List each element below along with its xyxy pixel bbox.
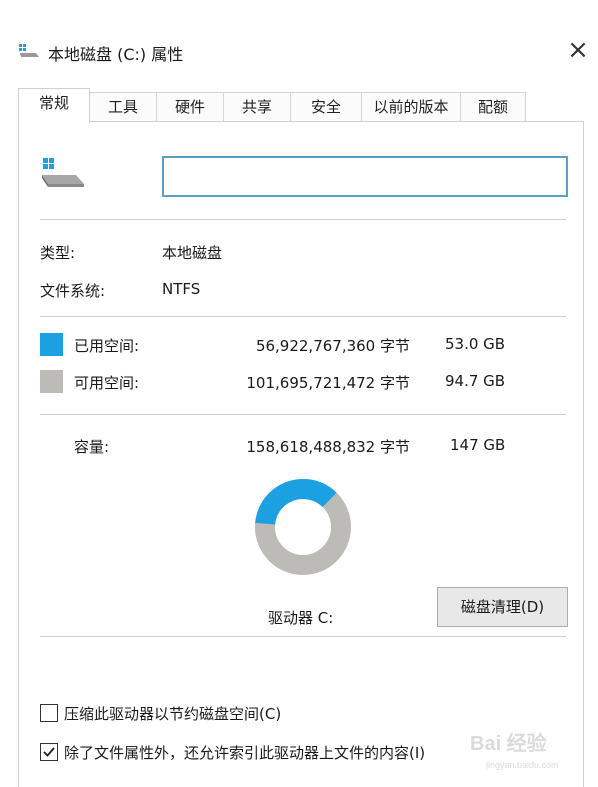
watermark-subtext: jingyan.baidu.com — [485, 760, 559, 770]
used-space-swatch — [40, 333, 63, 356]
compress-checkbox[interactable] — [40, 704, 58, 722]
divider — [40, 414, 566, 415]
free-space-label: 可用空间: — [74, 374, 140, 392]
window-title: 本地磁盘 (C:) 属性 — [48, 45, 184, 64]
used-space-bytes: 56,922,767,360 字节 — [255, 337, 410, 355]
file-system-label: 文件系统: — [40, 282, 106, 300]
divider — [40, 636, 566, 637]
check-icon — [43, 747, 55, 757]
divider — [40, 316, 566, 317]
drive-icon — [19, 44, 39, 58]
windows-drive-icon — [42, 158, 84, 187]
close-button[interactable]: × — [563, 35, 593, 65]
tab-previous-versions[interactable]: 以前的版本 — [361, 92, 461, 122]
free-space-bytes: 101,695,721,472 字节 — [246, 374, 410, 392]
capacity-size: 147 GB — [450, 436, 506, 454]
compress-checkbox-label: 压缩此驱动器以节约磁盘空间(C) — [64, 704, 282, 723]
disk-cleanup-button[interactable]: 磁盘清理(D) — [437, 587, 568, 627]
type-label: 类型: — [40, 244, 76, 262]
tab-sharing[interactable]: 共享 — [223, 92, 291, 122]
capacity-bytes: 158,618,488,832 字节 — [246, 438, 410, 456]
compress-drive-option[interactable]: 压缩此驱动器以节约磁盘空间(C) — [40, 701, 281, 725]
divider — [40, 219, 566, 220]
index-drive-option[interactable]: 除了文件属性外，还允许索引此驱动器上文件的内容(I) — [40, 740, 425, 764]
tab-strip: 常规 工具 硬件 共享 安全 以前的版本 配额 — [18, 88, 578, 123]
drive-name-input[interactable] — [162, 156, 568, 197]
baidu-jingyan-watermark: Bai 经验 jingyan.baidu.com — [470, 731, 559, 770]
tab-security[interactable]: 安全 — [290, 92, 362, 122]
drive-label: 驱动器 C: — [268, 609, 334, 627]
free-space-swatch — [40, 370, 63, 393]
index-checkbox-label: 除了文件属性外，还允许索引此驱动器上文件的内容(I) — [64, 743, 426, 762]
index-checkbox[interactable] — [40, 743, 58, 761]
free-space-size: 94.7 GB — [445, 372, 506, 390]
title-bar: 本地磁盘 (C:) 属性 × — [0, 0, 598, 100]
tab-tools[interactable]: 工具 — [89, 92, 157, 122]
tab-hardware[interactable]: 硬件 — [156, 92, 224, 122]
used-space-size: 53.0 GB — [445, 335, 506, 353]
tab-general[interactable]: 常规 — [18, 88, 90, 123]
capacity-label: 容量: — [74, 438, 110, 456]
close-icon: × — [567, 35, 589, 65]
file-system-value: NTFS — [162, 280, 201, 298]
tab-quota[interactable]: 配额 — [460, 92, 526, 122]
watermark-text: Bai 经验 — [470, 731, 547, 755]
usage-donut-chart — [255, 479, 351, 575]
type-value: 本地磁盘 — [162, 244, 223, 262]
used-space-label: 已用空间: — [74, 337, 140, 355]
